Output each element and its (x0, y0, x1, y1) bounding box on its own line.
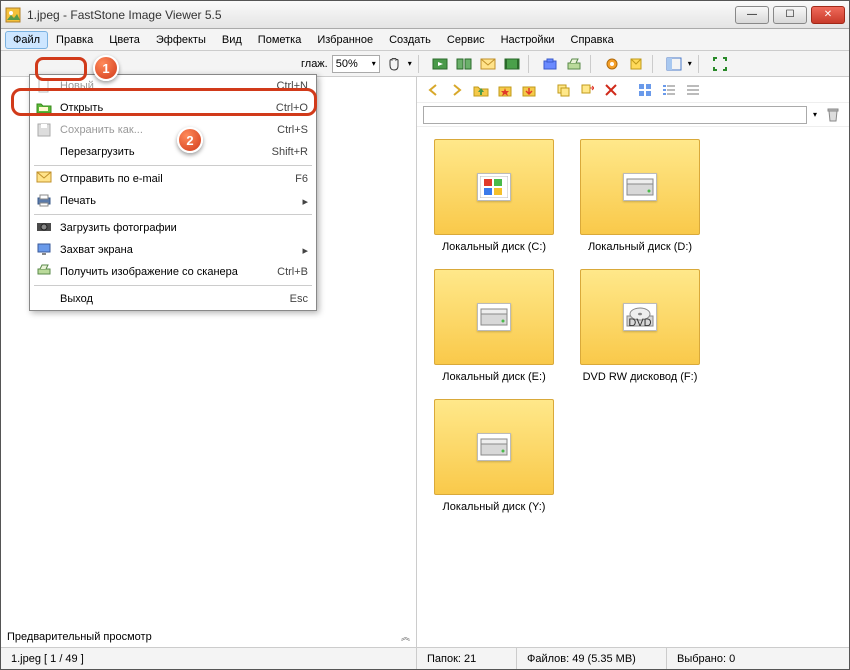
drive-item[interactable]: Локальный диск (E:) (429, 269, 559, 383)
drive-thumbnail (434, 139, 554, 235)
window-controls: — ☐ ✕ (735, 6, 845, 24)
menu-item-open[interactable]: ОткрытьCtrl+O (30, 97, 316, 119)
menu-help[interactable]: Справка (563, 31, 622, 49)
menu-item-new[interactable]: НовыйCtrl+N (30, 75, 316, 97)
annotation-1: 1 (93, 55, 119, 81)
copy-icon[interactable] (553, 80, 573, 100)
menu-file[interactable]: Файл (5, 31, 48, 49)
maximize-button[interactable]: ☐ (773, 6, 807, 24)
drive-icon: DVD (623, 303, 657, 331)
menu-tag[interactable]: Пометка (250, 31, 310, 49)
thumbnail-grid: Локальный диск (C:) Локальный диск (D:) Ло… (417, 127, 849, 647)
drive-thumbnail (580, 139, 700, 235)
drive-label: Локальный диск (E:) (442, 371, 546, 383)
view-list-icon[interactable] (683, 80, 703, 100)
drive-icon (477, 173, 511, 201)
drive-label: Локальный диск (C:) (442, 241, 546, 253)
menu-edit[interactable]: Правка (48, 31, 101, 49)
preview-label: Предварительный просмотр (7, 631, 152, 643)
annotation-2: 2 (177, 127, 203, 153)
menu-item-print[interactable]: Печать▸ (30, 190, 316, 212)
menubar: Файл Правка Цвета Эффекты Вид Пометка Из… (1, 29, 849, 51)
drive-label: Локальный диск (Y:) (443, 501, 546, 513)
status-files: Файлов: 49 (5.35 MB) (517, 648, 667, 669)
file-dropdown: НовыйCtrl+N ОткрытьCtrl+O Сохранить как.… (29, 74, 317, 311)
drive-thumbnail (434, 269, 554, 365)
email-icon[interactable] (478, 54, 498, 74)
drive-label: DVD RW дисковод (F:) (583, 371, 698, 383)
menu-item-reload[interactable]: ПерезагрузитьShift+R (30, 141, 316, 163)
drive-item[interactable]: Локальный диск (Y:) (429, 399, 559, 513)
save-icon (36, 122, 52, 138)
app-window: 1.jpeg - FastStone Image Viewer 5.5 — ☐ … (0, 0, 850, 670)
delete-icon[interactable] (601, 80, 621, 100)
monitor-icon (36, 242, 52, 258)
view-thumb-icon[interactable] (635, 80, 655, 100)
menu-colors[interactable]: Цвета (101, 31, 148, 49)
svg-text:DVD: DVD (628, 317, 651, 328)
drive-icon (477, 303, 511, 331)
titlebar: 1.jpeg - FastStone Image Viewer 5.5 — ☐ … (1, 1, 849, 29)
trash-icon[interactable] (823, 105, 843, 125)
drive-item[interactable]: Локальный диск (D:) (575, 139, 705, 253)
menu-item-email[interactable]: Отправить по e-mailF6 (30, 168, 316, 190)
status-file: 1.jpeg [ 1 / 49 ] (1, 648, 417, 669)
statusbar: 1.jpeg [ 1 / 49 ] Папок: 21 Файлов: 49 (… (1, 647, 849, 669)
nav-toolbar (417, 77, 849, 103)
gear-icon[interactable] (602, 54, 622, 74)
menu-tools[interactable]: Сервис (439, 31, 493, 49)
envelope-icon (36, 171, 52, 187)
drive-icon (623, 173, 657, 201)
menu-create[interactable]: Создать (381, 31, 439, 49)
drive-item[interactable]: DVD DVD RW дисковод (F:) (575, 269, 705, 383)
menu-favorites[interactable]: Избранное (309, 31, 381, 49)
new-icon (36, 78, 52, 94)
strip-icon[interactable] (502, 54, 522, 74)
compare-icon[interactable] (454, 54, 474, 74)
download-folder-icon[interactable] (519, 80, 539, 100)
hand-icon[interactable] (384, 54, 404, 74)
layout-icon[interactable] (664, 54, 684, 74)
drive-label: Локальный диск (D:) (588, 241, 692, 253)
up-folder-icon[interactable] (471, 80, 491, 100)
menu-item-exit[interactable]: ВыходEsc (30, 288, 316, 310)
app-icon (5, 7, 21, 23)
menu-item-scan[interactable]: Получить изображение со сканераCtrl+B (30, 261, 316, 283)
collapse-icon[interactable]: ︽ (401, 630, 410, 643)
close-button[interactable]: ✕ (811, 6, 845, 24)
back-icon[interactable] (423, 80, 443, 100)
forward-icon[interactable] (447, 80, 467, 100)
window-title: 1.jpeg - FastStone Image Viewer 5.5 (27, 8, 735, 22)
minimize-button[interactable]: — (735, 6, 769, 24)
zoom-select[interactable]: 50%▾ (332, 55, 380, 73)
address-bar-row: ▾ (417, 103, 849, 127)
menu-item-upload[interactable]: Загрузить фотографии (30, 217, 316, 239)
scan-icon[interactable] (564, 54, 584, 74)
view-detail-icon[interactable] (659, 80, 679, 100)
menu-effects[interactable]: Эффекты (148, 31, 214, 49)
skin-icon[interactable] (626, 54, 646, 74)
menu-item-capture[interactable]: Захват экрана▸ (30, 239, 316, 261)
browser-pane: ▾ Локальный диск (C:) Локальный диск (D:)… (417, 77, 849, 647)
drive-icon (477, 433, 511, 461)
status-folders: Папок: 21 (417, 648, 517, 669)
printer-icon (36, 193, 52, 209)
slideshow-icon[interactable] (430, 54, 450, 74)
drive-thumbnail: DVD (580, 269, 700, 365)
menu-item-saveas[interactable]: Сохранить как...Ctrl+S (30, 119, 316, 141)
fullscreen-icon[interactable] (710, 54, 730, 74)
capture-icon[interactable] (540, 54, 560, 74)
smooth-label: глаж. (301, 58, 328, 70)
open-folder-icon (36, 100, 52, 116)
fav-folder-icon[interactable] (495, 80, 515, 100)
menu-view[interactable]: Вид (214, 31, 250, 49)
address-input[interactable] (423, 106, 807, 124)
move-icon[interactable] (577, 80, 597, 100)
menu-settings[interactable]: Настройки (493, 31, 563, 49)
camera-icon (36, 220, 52, 236)
status-selected: Выбрано: 0 (667, 648, 849, 669)
drive-thumbnail (434, 399, 554, 495)
drive-item[interactable]: Локальный диск (C:) (429, 139, 559, 253)
scanner-icon (36, 264, 52, 280)
